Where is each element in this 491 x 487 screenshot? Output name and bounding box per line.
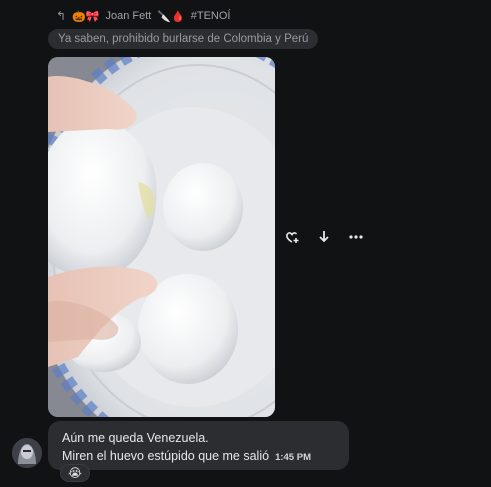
message-line-1: Aún me queda Venezuela. [62,431,209,445]
message-actions [283,228,365,246]
add-reaction-icon[interactable] [283,228,301,246]
reply-header[interactable]: ↰ 🎃🎀 Joan Fett 🔪🩸 #TENOÍ [56,9,230,23]
reply-author[interactable]: Joan Fett [105,10,151,22]
avatar[interactable] [12,438,42,468]
message-line-2-text: Miren el huevo estúpido que me salió [62,449,270,463]
reply-arrow-icon: ↰ [56,9,67,23]
download-icon[interactable] [315,228,333,246]
message-bubble[interactable]: Aún me queda Venezuela. Miren el huevo e… [48,421,349,470]
reaction-crying-face[interactable]: 😭 [60,464,91,482]
emoji-suffix: 🔪🩸 [157,10,185,23]
message-line-2: Miren el huevo estúpido que me salió 1:45… [62,447,337,467]
eggs-photo-image [48,57,275,417]
emoji-prefix: 🎃🎀 [72,10,100,23]
more-options-icon[interactable] [347,228,365,246]
message-timestamp: 1:45 PM [275,452,311,463]
avatar-image [12,438,42,468]
reply-tag: #TENOÍ [190,10,231,22]
quoted-message[interactable]: Ya saben, prohibido burlarse de Colombia… [48,29,319,49]
attached-photo[interactable] [48,57,275,417]
